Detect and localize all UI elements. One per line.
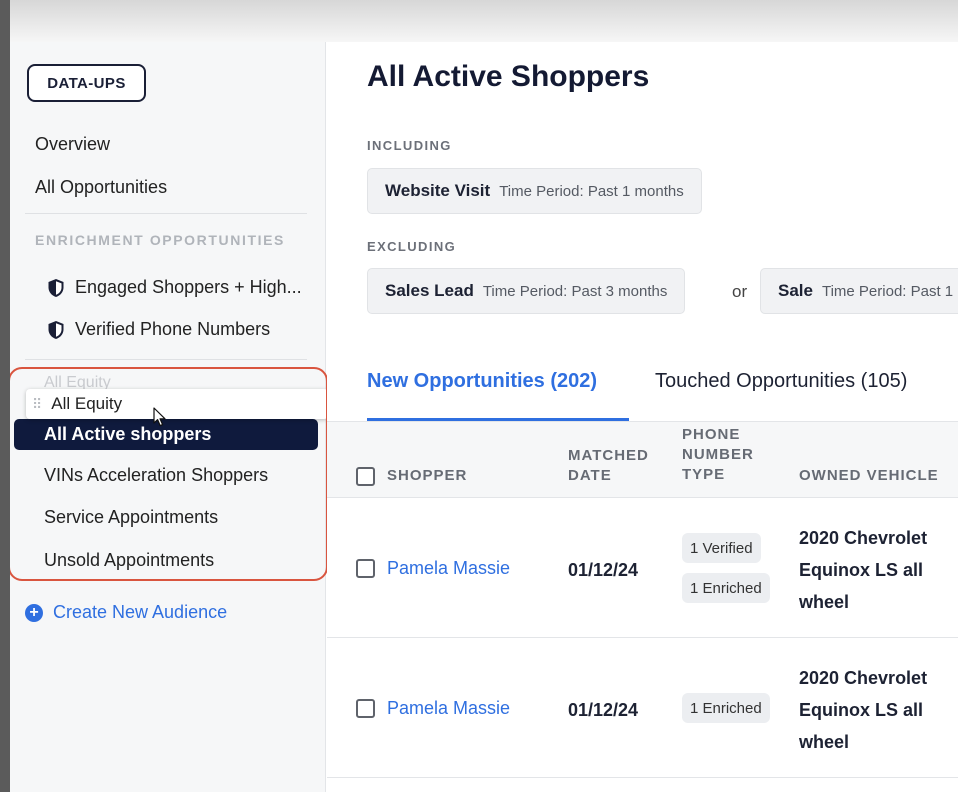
matched-date: 01/12/24: [568, 700, 639, 720]
sidebar-item-engaged-shoppers[interactable]: Engaged Shoppers + High...: [47, 277, 302, 298]
including-label: INCLUDING: [367, 138, 452, 153]
select-all-checkbox[interactable]: [356, 467, 375, 486]
nav-all-opportunities[interactable]: All Opportunities: [35, 177, 167, 198]
header-line: PHONE: [682, 426, 741, 443]
sidebar-divider: [25, 359, 307, 360]
phone-type-badge: 1 Enriched: [682, 573, 770, 603]
owned-vehicle: 2020 Chevrolet Equinox LS all wheel: [799, 528, 928, 612]
excluding-label: EXCLUDING: [367, 239, 457, 254]
sidebar-item-service-appointments[interactable]: Service Appointments: [44, 507, 218, 528]
create-link-label: Create New Audience: [53, 602, 228, 622]
sidebar-item-label: All Equity: [51, 394, 123, 413]
chip-detail: Time Period: Past 1 months: [499, 182, 684, 200]
section-heading-enrichment: ENRICHMENT OPPORTUNITIES: [35, 232, 285, 248]
brand-badge[interactable]: DATA-UPS: [27, 64, 146, 102]
table-row[interactable]: Pamela Massie 01/12/24 1 Enriched 2020 C…: [327, 638, 958, 778]
column-header-shopper[interactable]: SHOPPER: [387, 466, 467, 486]
filter-chip-website-visit[interactable]: Website Visit Time Period: Past 1 months: [367, 168, 702, 214]
tab-touched-opportunities[interactable]: Touched Opportunities (105): [655, 370, 907, 393]
chip-title: Sales Lead: [385, 281, 474, 300]
sidebar-item-vins-acceleration[interactable]: VINs Acceleration Shoppers: [44, 465, 268, 486]
top-bar: [10, 0, 958, 42]
chip-detail: Time Period: Past 1: [821, 282, 954, 300]
sidebar: DATA-UPS Overview All Opportunities ENRI…: [10, 42, 328, 792]
header-line: TYPE: [682, 466, 726, 483]
or-separator: or: [732, 282, 748, 301]
shopper-name-link[interactable]: Pamela Massie: [387, 698, 510, 719]
main-content: All Active Shoppers INCLUDING Website Vi…: [327, 42, 958, 792]
sidebar-divider: [25, 213, 307, 214]
chip-title: Website Visit: [385, 181, 491, 200]
sidebar-item-label: Verified Phone Numbers: [75, 319, 271, 339]
chip-title: Sale: [778, 281, 813, 300]
matched-date: 01/12/24: [568, 560, 639, 580]
owned-vehicle: 2020 Chevrolet Equinox LS all wheel: [799, 668, 928, 752]
dragging-item-all-equity[interactable]: ⠿ All Equity: [26, 389, 328, 419]
tab-new-opportunities[interactable]: New Opportunities (202): [367, 370, 597, 393]
create-new-audience-link[interactable]: + Create New Audience: [25, 602, 227, 623]
filter-chip-sale[interactable]: Sale Time Period: Past 1: [760, 268, 958, 314]
sidebar-item-label: All Active shoppers: [44, 424, 212, 444]
plus-circle-icon: +: [25, 603, 43, 622]
table-header: SHOPPER MATCHED DATE PHONE NUMBER TYPE O…: [327, 422, 958, 498]
sidebar-item-label: Engaged Shoppers + High...: [75, 277, 302, 297]
column-header-owned-vehicle[interactable]: OWNED VEHICLE: [799, 466, 939, 486]
active-tab-indicator: [367, 418, 629, 421]
phone-type-badge: 1 Verified: [682, 533, 761, 563]
filter-chip-sales-lead[interactable]: Sales Lead Time Period: Past 3 months: [367, 268, 686, 314]
shopper-name-link[interactable]: Pamela Massie: [387, 558, 510, 579]
row-checkbox[interactable]: [356, 699, 375, 718]
header-line: MATCHED: [568, 447, 649, 464]
sidebar-item-verified-phone[interactable]: Verified Phone Numbers: [47, 319, 270, 340]
nav-overview[interactable]: Overview: [35, 134, 110, 155]
header-line: NUMBER: [682, 446, 754, 463]
column-header-phone-type[interactable]: PHONE NUMBER TYPE: [682, 425, 754, 485]
chip-detail: Time Period: Past 3 months: [482, 282, 668, 300]
page-title: All Active Shoppers: [367, 60, 650, 93]
mouse-cursor-icon: [153, 407, 166, 427]
shield-icon: [48, 278, 64, 297]
app-window: DATA-UPS Overview All Opportunities ENRI…: [10, 0, 958, 792]
table-row[interactable]: Pamela Massie 01/12/24 1 Verified 1 Enri…: [327, 498, 958, 638]
drag-handle-icon[interactable]: ⠿: [32, 397, 42, 411]
phone-type-badge: 1 Enriched: [682, 693, 770, 723]
column-header-matched-date[interactable]: MATCHED DATE: [568, 446, 649, 486]
row-checkbox[interactable]: [356, 559, 375, 578]
sidebar-item-unsold-appointments[interactable]: Unsold Appointments: [44, 550, 214, 571]
shield-icon: [48, 320, 64, 339]
header-line: DATE: [568, 467, 612, 484]
